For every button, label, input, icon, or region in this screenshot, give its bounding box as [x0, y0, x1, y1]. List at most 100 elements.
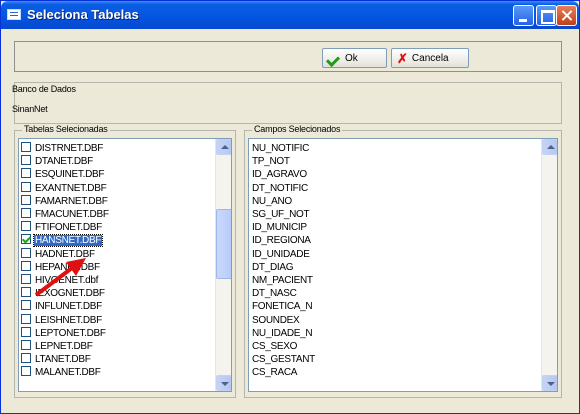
table-name: DISTRNET.DBF: [35, 143, 104, 154]
field-list-item[interactable]: DT_DIAG: [251, 261, 294, 274]
scroll-up-button[interactable]: [542, 139, 557, 155]
table-checkbox[interactable]: [21, 181, 31, 192]
field-name: DT_DIAG: [252, 261, 294, 273]
scroll-up-button[interactable]: [216, 139, 231, 155]
table-name: IEXOGNET.DBF: [35, 288, 105, 300]
tables-listbox[interactable]: MALANET.DBF LTANET.DBF LEPNET.DBF LEPTONET.…: [18, 138, 232, 392]
scroll-down-button[interactable]: [216, 375, 231, 391]
table-list-item[interactable]: DTANET.DBF: [21, 155, 94, 168]
table-list-item[interactable]: LEPTONET.DBF: [21, 326, 107, 340]
chevron-up-icon: [221, 145, 229, 149]
minimize-button[interactable]: [513, 5, 534, 26]
ok-label: Ok: [345, 52, 358, 64]
field-list-item[interactable]: DT_NASC: [251, 287, 298, 300]
field-name: CS_GESTANT: [252, 354, 315, 366]
field-list-item[interactable]: ID_UNIDADE: [251, 248, 311, 261]
table-name: INFLUNET.DBF: [35, 301, 102, 313]
table-name: LTANET.DBF: [35, 354, 91, 366]
table-checkbox[interactable]: [21, 340, 31, 350]
field-name: TP_NOT: [252, 156, 290, 168]
field-list-item[interactable]: NU_NOTIFIC: [251, 142, 310, 155]
table-checkbox[interactable]: [21, 326, 31, 337]
field-list-item[interactable]: ID_REGIONA: [251, 234, 312, 247]
database-group: [14, 82, 562, 124]
table-name: HADNET.DBF: [35, 248, 95, 260]
field-name: NU_ANO: [252, 195, 292, 207]
table-list-item[interactable]: HADNET.DBF: [21, 247, 96, 261]
scroll-thumb[interactable]: [216, 209, 231, 279]
table-list-item[interactable]: LTANET.DBF: [21, 353, 92, 366]
table-list-item[interactable]: HEPANET.DBF: [21, 260, 101, 274]
ok-button[interactable]: Ok: [322, 48, 387, 68]
scroll-down-button[interactable]: [542, 375, 557, 391]
field-list-item[interactable]: CS_SEXO: [251, 340, 298, 353]
field-list-item[interactable]: FONETICA_N: [251, 300, 313, 313]
field-list-item[interactable]: ID_AGRAVO: [251, 168, 308, 181]
table-name: EXANTNET.DBF: [35, 182, 107, 194]
chevron-up-icon: [547, 145, 555, 149]
field-name: SG_UF_NOT: [252, 209, 310, 220]
field-name: CS_SEXO: [252, 341, 298, 352]
cancel-button[interactable]: ✗ Cancela: [391, 48, 469, 68]
table-list-item[interactable]: FAMARNET.DBF: [21, 194, 109, 208]
table-name: HANSNET.DBF: [32, 234, 104, 248]
table-checkbox[interactable]: [21, 168, 31, 179]
table-checkbox[interactable]: [21, 247, 31, 258]
fields-scrollbar[interactable]: [541, 139, 557, 391]
table-list-item[interactable]: LEISHNET.DBF: [21, 313, 103, 327]
table-list-item[interactable]: DISTRNET.DBF: [21, 142, 104, 155]
table-checkbox[interactable]: [21, 194, 31, 205]
table-list-item[interactable]: EXANTNET.DBF: [21, 181, 107, 195]
table-checkbox[interactable]: [21, 353, 31, 364]
field-name: NU_NOTIFIC: [252, 143, 310, 154]
maximize-button[interactable]: [536, 5, 557, 26]
table-list-item[interactable]: HIVGENET.dbf: [21, 274, 99, 287]
table-list-item[interactable]: MALANET.DBF: [21, 366, 102, 379]
table-checkbox[interactable]: [21, 274, 31, 284]
field-list-item[interactable]: SOUNDEX: [251, 314, 300, 327]
field-list-item[interactable]: CS_GESTANT: [251, 353, 316, 366]
table-name: FMACUNET.DBF: [35, 209, 109, 220]
field-list-item[interactable]: SG_UF_NOT: [251, 208, 310, 221]
field-name: NU_IDADE_N: [252, 327, 313, 339]
table-checkbox[interactable]: [21, 208, 31, 218]
field-name: CS_RACA: [252, 367, 298, 379]
table-checkbox[interactable]: [21, 300, 31, 311]
table-list-item[interactable]: ESQUINET.DBF: [21, 168, 105, 181]
table-checkbox[interactable]: [21, 221, 31, 232]
table-checkbox[interactable]: [21, 366, 31, 377]
check-icon: [328, 53, 341, 63]
table-list-item[interactable]: FMACUNET.DBF: [21, 208, 110, 221]
table-list-item[interactable]: HANSNET.DBF: [21, 234, 104, 248]
fields-listbox[interactable]: CS_RACA CS_GESTANT CS_SEXO NU_IDADE_N SOUNDE…: [248, 138, 558, 392]
table-list-item[interactable]: FTIFONET.DBF: [21, 221, 103, 234]
table-list-item[interactable]: IEXOGNET.DBF: [21, 287, 106, 300]
table-name: MALANET.DBF: [35, 367, 101, 379]
field-list-item[interactable]: NU_IDADE_N: [251, 327, 313, 340]
field-list-item[interactable]: CS_RACA: [251, 366, 298, 379]
chevron-down-icon: [547, 382, 555, 386]
field-list-item[interactable]: ID_MUNICIP: [251, 221, 308, 234]
table-name: FAMARNET.DBF: [35, 195, 108, 207]
field-name: ID_UNIDADE: [252, 248, 310, 260]
table-checkbox[interactable]: [21, 142, 31, 152]
table-checkbox[interactable]: [21, 313, 31, 324]
table-list-item[interactable]: LEPNET.DBF: [21, 340, 94, 353]
table-name: LEPTONET.DBF: [35, 327, 106, 339]
field-list-item[interactable]: NM_PACIENT: [251, 274, 314, 287]
title-bar[interactable]: Seleciona Tabelas: [1, 1, 579, 29]
table-checkbox[interactable]: [21, 287, 31, 298]
table-checkbox[interactable]: [21, 260, 31, 271]
field-name: FONETICA_N: [252, 301, 313, 313]
table-list-item[interactable]: INFLUNET.DBF: [21, 300, 103, 313]
field-list-item[interactable]: TP_NOT: [251, 155, 291, 168]
field-list-item[interactable]: NU_ANO: [251, 195, 293, 208]
table-checkbox[interactable]: [21, 234, 31, 245]
close-button[interactable]: [556, 5, 577, 26]
cancel-x-icon: ✗: [397, 50, 408, 66]
cancel-label: Cancela: [411, 52, 449, 64]
table-checkbox[interactable]: [21, 155, 31, 166]
field-list-item[interactable]: DT_NOTIFIC: [251, 182, 309, 195]
field-name: ID_MUNICIP: [252, 222, 307, 234]
tables-scrollbar[interactable]: [215, 139, 231, 391]
